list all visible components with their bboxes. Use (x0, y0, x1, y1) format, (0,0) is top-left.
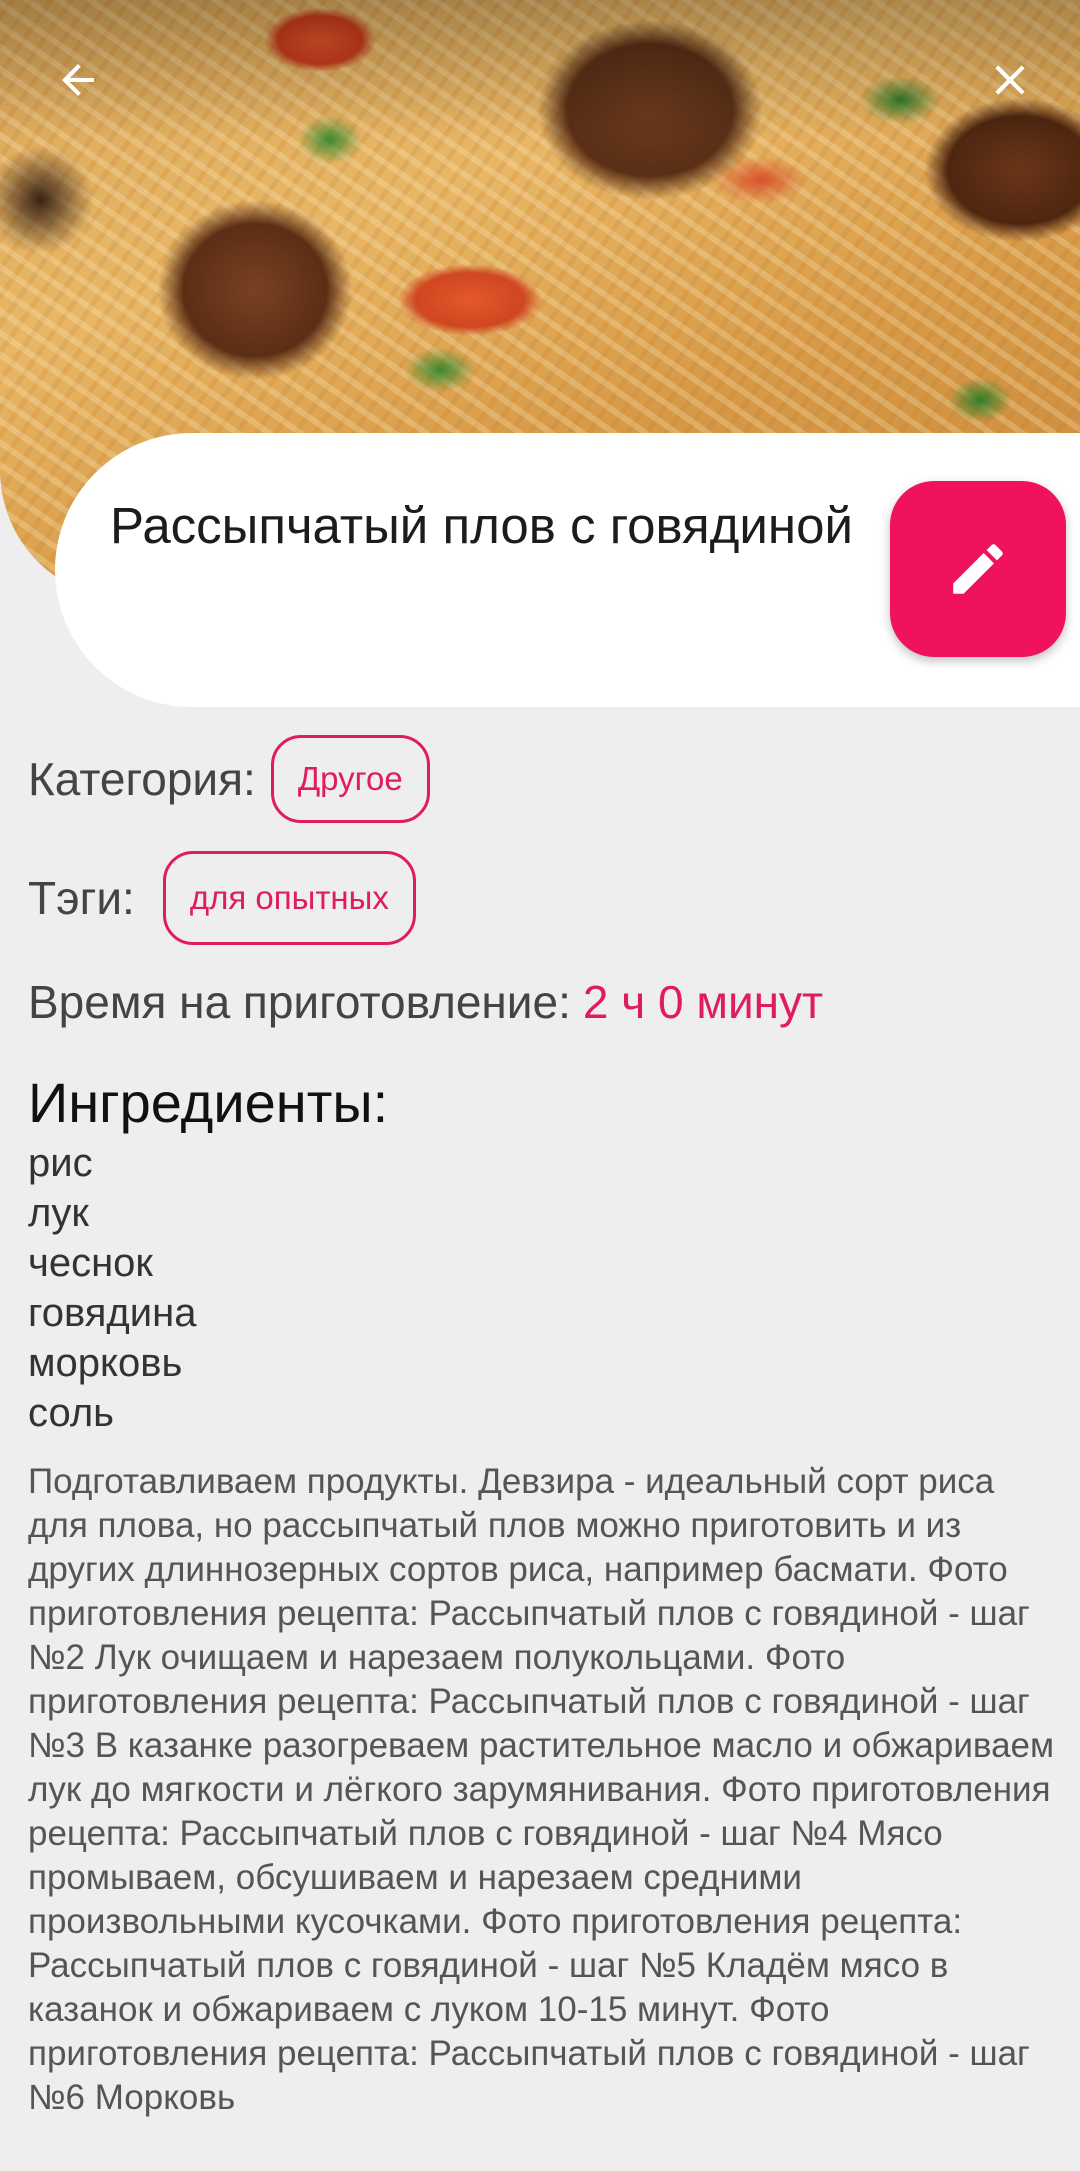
recipe-title: Рассыпчатый плов с говядиной (110, 497, 853, 554)
ingredient-item: лук (28, 1191, 89, 1235)
back-button[interactable] (38, 40, 118, 120)
ingredient-item: рис (28, 1141, 93, 1185)
arrow-left-icon (62, 64, 94, 96)
tags-label: Тэги: (28, 872, 135, 924)
category-label: Категория: (28, 753, 256, 805)
category-chip[interactable]: Другое (270, 735, 430, 823)
ingredient-item: чеснок (28, 1241, 153, 1285)
pencil-icon (953, 544, 1003, 594)
tag-chip[interactable]: для опытных (162, 851, 416, 945)
ingredients-list: рис лук чеснок говядина морковь соль (28, 1138, 196, 1438)
category-row: Категория: Другое (28, 735, 430, 823)
ingredient-item: соль (28, 1391, 114, 1435)
cooking-time-label: Время на приготовление: (28, 976, 571, 1028)
recipe-title-card: Рассыпчатый плов с говядиной (55, 433, 1080, 707)
close-button[interactable] (970, 40, 1050, 120)
ingredient-item: говядина (28, 1291, 197, 1335)
edit-recipe-button[interactable] (890, 481, 1066, 657)
cooking-time-value: 2 ч 0 минут (582, 976, 824, 1028)
close-icon (995, 65, 1025, 95)
ingredient-item: морковь (28, 1341, 183, 1385)
ingredients-heading: Ингредиенты: (28, 1071, 389, 1134)
recipe-description: Подготавливаем продукты. Девзира - идеал… (28, 1462, 1055, 2117)
photo-top-shade (0, 0, 1080, 140)
cooking-time-row: Время на приготовление: 2 ч 0 минут (28, 975, 823, 1029)
tags-row: Тэги: для опытных (28, 851, 416, 945)
